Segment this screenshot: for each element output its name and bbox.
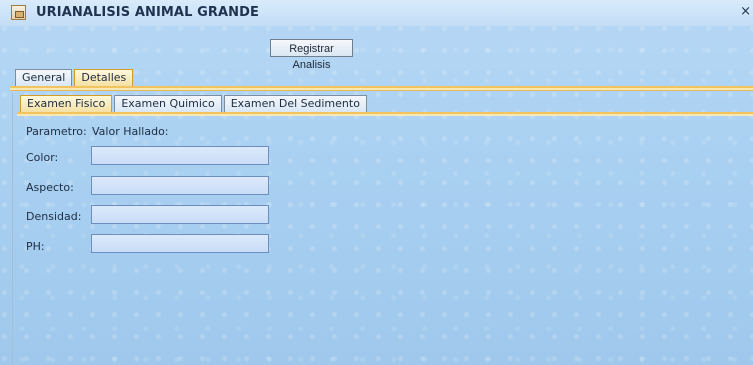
ph-label: PH:	[26, 240, 45, 253]
value-header: Valor Hallado:	[92, 125, 169, 138]
aspecto-label: Aspecto:	[26, 181, 74, 194]
tab-general[interactable]: General	[15, 69, 73, 87]
densidad-input[interactable]	[91, 205, 269, 224]
parameter-header: Parametro:	[26, 125, 87, 138]
application-icon	[11, 5, 26, 20]
window-title: URIANALISIS ANIMAL GRANDE	[36, 5, 259, 20]
ph-input[interactable]	[91, 234, 269, 253]
exam-tabs: Examen Fisico Examen Quimico Examen Del …	[20, 95, 369, 113]
tab-detalles[interactable]: Detalles	[74, 69, 134, 87]
main-tab-underline	[10, 86, 753, 91]
main-tabs: General Detalles	[15, 69, 135, 87]
urianalisis-window: URIANALISIS ANIMAL GRANDE × Registrar An…	[0, 0, 753, 365]
title-bar: URIANALISIS ANIMAL GRANDE ×	[0, 0, 753, 26]
color-input[interactable]	[91, 146, 269, 165]
registrar-analisis-button[interactable]: Registrar Analisis	[270, 39, 353, 71]
tab-examen-del-sedimento[interactable]: Examen Del Sedimento	[223, 95, 367, 113]
aspecto-input[interactable]	[91, 176, 269, 195]
color-label: Color:	[26, 151, 59, 164]
tab-examen-fisico[interactable]: Examen Fisico	[20, 95, 113, 113]
densidad-label: Densidad:	[26, 210, 82, 223]
tab-examen-quimico[interactable]: Examen Quimico	[114, 95, 222, 113]
exam-tab-underline	[17, 112, 753, 116]
close-icon[interactable]: ×	[740, 4, 751, 19]
